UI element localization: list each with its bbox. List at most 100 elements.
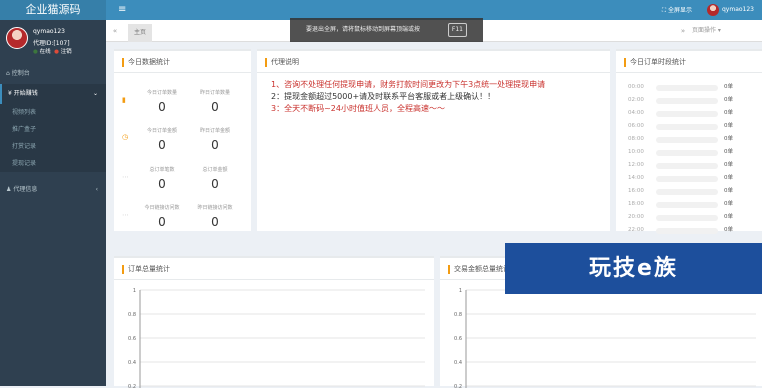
hour-count: 0单	[724, 175, 733, 181]
y-tick-label: 0.4	[128, 360, 136, 366]
logout-link[interactable]: 注销	[61, 49, 72, 55]
notice-line: 1、咨询不处理任何提现申请，财务打款时间更改为下午3点统一处理提现申请	[271, 80, 546, 89]
sidebar-item-label: 代理信息	[13, 186, 38, 193]
fullscreen-label: 全屏显示	[667, 7, 692, 14]
hour-count: 0单	[724, 123, 733, 129]
hour-label: 14:00	[628, 175, 644, 181]
chevron-down-icon: ⌄	[92, 90, 98, 97]
hour-bar	[656, 176, 718, 182]
stat-label: 昨日订单数量	[199, 90, 230, 96]
stat-value: 0	[211, 100, 219, 114]
hour-row: 06:00 0单	[628, 120, 753, 133]
stat-value: 0	[158, 215, 166, 229]
sidebar-item-dashboard[interactable]: ⌂ 控制台	[0, 64, 106, 84]
panel-title-text: 订单总量统计	[128, 265, 170, 273]
sidebar-item-label: 开始赚钱	[13, 90, 38, 97]
panel-title-text: 交易金额总量统计	[454, 265, 510, 273]
expand-icon: ⛶	[661, 7, 667, 14]
tab-scroll-right-icon[interactable]: »	[674, 20, 692, 42]
panel-title: 代理说明	[257, 51, 610, 73]
hour-bar	[656, 215, 718, 221]
stat-value: 0	[158, 138, 166, 152]
top-navbar: ≡ ⛶ 全屏显示 qymao123	[106, 0, 762, 20]
home-icon: ⌂	[6, 70, 10, 77]
hour-bar	[656, 150, 718, 156]
stat-today-orders: 今日订单数量 0	[136, 89, 188, 114]
panel-title-text: 今日数据统计	[128, 58, 170, 66]
hourly-orders-panel: 今日订单时段统计 00:00 0单 02:00 0单 04:00 0单 06:00 0单 08:…	[616, 49, 762, 234]
page-ops-dropdown[interactable]: 页面操作 ▾	[692, 20, 762, 42]
hour-label: 12:00	[628, 162, 644, 168]
y-tick-label: 0.6	[128, 336, 136, 342]
tab-home[interactable]: 主页	[128, 24, 153, 42]
agent-notice-panel: 代理说明 1、咨询不处理任何提现申请，财务打款时间更改为下午3点统一处理提现申请…	[257, 49, 610, 231]
stat-label: 昨日链接访问数	[197, 205, 233, 211]
today-stats-panel: 今日数据统计 ▮ ◷ ⋯ ⋯ 今日订单数量 0 昨日订单数量 0 今日订单金额 0 昨…	[114, 49, 251, 231]
hour-row: 22:00 0单	[628, 224, 753, 237]
hour-label: 02:00	[628, 97, 644, 103]
order-chart: 1 0.8 0.6 0.4 0.2	[128, 288, 425, 388]
top-username: qymao123	[721, 6, 754, 13]
hour-bar	[656, 189, 718, 195]
online-dot-icon: ●	[33, 49, 38, 55]
user-status: ● 在线 ● 注销	[33, 47, 72, 55]
stat-label: 今日链接访问数	[144, 205, 180, 211]
stat-total-orders: 总订单笔数 0	[136, 166, 188, 191]
logout-dot-icon: ●	[54, 49, 59, 55]
submenu-item-rewards[interactable]: 打赏记录	[0, 138, 106, 155]
hour-bar	[656, 202, 718, 208]
y-tick-label: 0.8	[454, 312, 462, 318]
toast-text: 要退出全屏，请将鼠标移动到屏幕顶端或按	[306, 26, 421, 33]
hour-label: 08:00	[628, 136, 644, 142]
dots-icon: ⋯	[122, 173, 129, 181]
notice-list: 1、咨询不处理任何提现申请，财务打款时间更改为下午3点统一处理提现申请 2：提现…	[271, 79, 545, 115]
y-tick-label: 0.4	[454, 360, 462, 366]
user-icon: ♟	[6, 186, 12, 193]
sidebar-username: qymao123	[33, 28, 66, 35]
hour-bar	[656, 163, 718, 169]
top-user-menu[interactable]: qymao123	[706, 3, 754, 17]
amount-chart: 1 0.8 0.6 0.4 0.2	[454, 288, 756, 388]
online-label: 在线	[39, 49, 51, 55]
sidebar-item-earn[interactable]: ¥ 开始赚钱 ⌄	[0, 84, 106, 104]
notice-line: 3：全天不断码~24小时值班人员，全程高速～～	[271, 104, 445, 113]
stat-label: 今日订单数量	[146, 90, 177, 96]
hour-count: 0单	[724, 97, 733, 103]
stat-yesterday-orders: 昨日订单数量 0	[189, 89, 241, 114]
tab-scroll-left-icon[interactable]: «	[106, 20, 124, 42]
hour-count: 0单	[724, 201, 733, 207]
fullscreen-button[interactable]: ⛶ 全屏显示	[662, 5, 692, 15]
stat-value: 0	[211, 215, 219, 229]
stat-today-amount: 今日订单金额 0	[136, 127, 188, 152]
hour-row: 10:00 0单	[628, 146, 753, 159]
submenu-item-withdraw[interactable]: 提现记录	[0, 155, 106, 172]
hour-count: 0单	[724, 149, 733, 155]
menu-toggle-icon[interactable]: ≡	[118, 4, 126, 15]
sidebar-item-agent-info[interactable]: ♟ 代理信息 ‹	[0, 180, 106, 200]
y-tick-label: 0.8	[128, 312, 136, 318]
hour-bar	[656, 98, 718, 104]
stat-today-visits: 今日链接访问数 0	[136, 204, 188, 229]
hour-label: 00:00	[628, 84, 644, 90]
hour-label: 20:00	[628, 214, 644, 220]
y-tick-label: 0.2	[128, 384, 136, 388]
hour-label: 22:00	[628, 227, 644, 233]
clock-icon: ◷	[122, 133, 129, 141]
submenu: 视频列表 推广盒子 打赏记录 提现记录	[0, 104, 106, 172]
panel-title: 订单总量统计	[114, 258, 434, 280]
fullscreen-toast: 要退出全屏，请将鼠标移动到屏幕顶端或按 F11	[290, 18, 483, 42]
hour-count: 0单	[724, 188, 733, 194]
stat-total-amount: 总订单金额 0	[189, 166, 241, 191]
app-logo: 企业猫源码	[0, 0, 106, 20]
submenu-item-videos[interactable]: 视频列表	[0, 104, 106, 121]
order-total-panel: 订单总量统计 1 0.8 0.6 0.4 0.2	[114, 256, 434, 388]
stat-value: 0	[211, 177, 219, 191]
hour-bar	[656, 137, 718, 143]
hour-count: 0单	[724, 227, 733, 233]
y-tick-label: 1	[459, 288, 462, 294]
avatar	[6, 27, 28, 49]
hour-row: 08:00 0单	[628, 133, 753, 146]
submenu-item-promo[interactable]: 推广盒子	[0, 121, 106, 138]
hour-row: 12:00 0单	[628, 159, 753, 172]
y-tick-label: 0.2	[454, 384, 462, 388]
